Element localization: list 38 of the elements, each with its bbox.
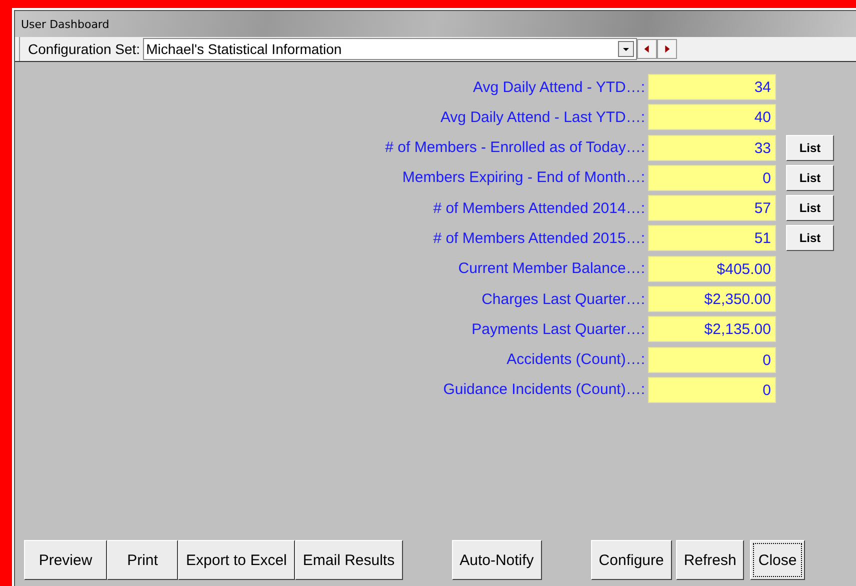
toolbar-button[interactable]: Print (107, 540, 178, 580)
metric-value: 33 (648, 134, 776, 161)
metric-value: $2,135.00 (648, 316, 776, 342)
metric-value: 34 (648, 74, 776, 100)
metric-value: 51 (648, 225, 776, 252)
list-button[interactable]: List (786, 134, 834, 161)
metric-value: $2,350.00 (648, 286, 776, 312)
metric-value: 57 (648, 195, 776, 222)
metric-label: Members Expiring - End of Month…: (401, 169, 645, 186)
window-title: User Dashboard (21, 18, 110, 30)
metric-label: # of Members - Enrolled as of Today…: (384, 139, 645, 156)
list-button[interactable]: List (786, 195, 834, 222)
metric-label: # of Members Attended 2014…: (432, 200, 645, 217)
list-button[interactable]: List (786, 225, 834, 252)
toolbar-button[interactable]: Refresh (676, 540, 744, 580)
metric-label: # of Members Attended 2015…: (432, 230, 645, 247)
metric-value: 0 (648, 346, 776, 373)
configuration-set-dropdown[interactable]: Michael's Statistical Information (143, 38, 638, 60)
metric-label: Current Member Balance…: (457, 260, 645, 278)
toolbar-button[interactable]: Auto-Notify (452, 540, 542, 580)
metric-label: Guidance Incidents (Count)…: (442, 381, 645, 398)
toolbar-button[interactable]: Close (750, 540, 805, 580)
metric-value: 0 (648, 164, 776, 191)
toolbar-button[interactable]: Export to Excel (178, 540, 295, 580)
metric-value: 0 (648, 376, 776, 403)
metric-label: Payments Last Quarter…: (470, 320, 645, 338)
metric-value: 40 (648, 104, 776, 130)
previous-icon[interactable] (637, 39, 658, 59)
metric-label: Avg Daily Attend - Last YTD…: (439, 108, 645, 126)
metric-label: Accidents (Count)…: (506, 351, 645, 368)
list-button[interactable]: List (786, 164, 834, 191)
toolbar-button[interactable]: Email Results (294, 540, 403, 580)
metric-label: Charges Last Quarter…: (480, 290, 645, 308)
next-icon[interactable] (657, 39, 678, 59)
metric-value: $405.00 (648, 256, 776, 282)
toolbar-button[interactable]: Configure (590, 540, 672, 580)
toolbar-button[interactable]: Preview (24, 540, 107, 580)
metric-label: Avg Daily Attend - YTD…: (472, 78, 645, 96)
